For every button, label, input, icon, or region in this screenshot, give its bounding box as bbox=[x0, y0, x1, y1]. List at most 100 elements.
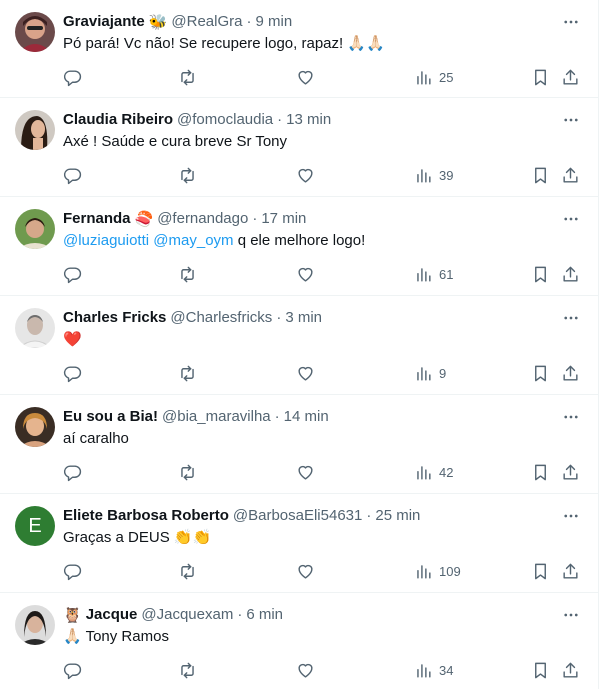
user-handle[interactable]: @BarbosaEli54631 bbox=[233, 506, 362, 526]
views-button[interactable]: 61 bbox=[414, 262, 453, 286]
separator: · bbox=[277, 111, 283, 128]
display-name[interactable]: Eu sou a Bia! bbox=[63, 407, 158, 427]
more-icon[interactable] bbox=[560, 407, 582, 427]
reply-button[interactable] bbox=[63, 163, 82, 187]
tweet[interactable]: Charles Fricks @Charlesfricks · 3 min ❤️… bbox=[0, 296, 598, 395]
avatar[interactable]: E bbox=[15, 506, 55, 546]
avatar[interactable] bbox=[15, 605, 55, 645]
retweet-button[interactable] bbox=[178, 262, 197, 286]
bookmark-icon bbox=[535, 167, 546, 183]
views-button[interactable]: 34 bbox=[414, 658, 453, 682]
share-button[interactable] bbox=[561, 559, 580, 583]
avatar[interactable] bbox=[15, 110, 55, 150]
user-handle[interactable]: @bia_maravilha bbox=[162, 407, 271, 427]
avatar[interactable] bbox=[15, 12, 55, 52]
views-button[interactable]: 42 bbox=[414, 460, 453, 484]
more-icon[interactable] bbox=[560, 605, 582, 625]
display-name[interactable]: Charles Fricks bbox=[63, 308, 166, 328]
avatar[interactable] bbox=[15, 407, 55, 447]
reply-button[interactable] bbox=[63, 65, 82, 89]
tweet[interactable]: E Eliete Barbosa Roberto @BarbosaEli5463… bbox=[0, 494, 598, 593]
retweet-button[interactable] bbox=[178, 361, 197, 385]
share-button[interactable] bbox=[561, 658, 580, 682]
more-icon[interactable] bbox=[560, 12, 582, 32]
share-icon bbox=[563, 563, 578, 579]
user-handle[interactable]: @fernandago bbox=[157, 209, 248, 229]
share-icon bbox=[563, 662, 578, 678]
more-icon[interactable] bbox=[560, 209, 582, 229]
retweet-button[interactable] bbox=[178, 163, 197, 187]
timestamp[interactable]: 6 min bbox=[246, 605, 283, 625]
tweet[interactable]: Eu sou a Bia! @bia_maravilha · 14 min aí… bbox=[0, 395, 598, 494]
reply-button[interactable] bbox=[63, 559, 82, 583]
bookmark-button[interactable] bbox=[531, 262, 550, 286]
like-button[interactable] bbox=[296, 262, 315, 286]
display-name[interactable]: Graviajante bbox=[63, 12, 145, 32]
reply-button[interactable] bbox=[63, 262, 82, 286]
bookmark-button[interactable] bbox=[531, 460, 550, 484]
more-icon[interactable] bbox=[560, 110, 582, 130]
action-bar: 39 bbox=[55, 163, 590, 187]
more-icon[interactable] bbox=[560, 506, 582, 526]
reply-button[interactable] bbox=[63, 460, 82, 484]
more-icon[interactable] bbox=[560, 308, 582, 328]
user-handle[interactable]: @Jacquexam bbox=[141, 605, 233, 625]
retweet-button[interactable] bbox=[178, 65, 197, 89]
views-count: 25 bbox=[439, 69, 454, 85]
tweet[interactable]: 🦉 Jacque @Jacquexam · 6 min 🙏🏻 Tony Ramo… bbox=[0, 593, 598, 689]
avatar[interactable] bbox=[15, 308, 55, 348]
share-button[interactable] bbox=[561, 262, 580, 286]
display-name[interactable]: Fernanda bbox=[63, 209, 131, 229]
bookmark-button[interactable] bbox=[531, 163, 550, 187]
tweet[interactable]: Fernanda 🍣 @fernandago · 17 min @luziagu… bbox=[0, 197, 598, 296]
timestamp[interactable]: 3 min bbox=[285, 308, 322, 328]
views-button[interactable]: 39 bbox=[414, 163, 453, 187]
display-name[interactable]: Eliete Barbosa Roberto bbox=[63, 506, 229, 526]
share-button[interactable] bbox=[561, 361, 580, 385]
share-button[interactable] bbox=[561, 65, 580, 89]
display-name[interactable]: Jacque bbox=[86, 605, 138, 625]
bookmark-button[interactable] bbox=[531, 361, 550, 385]
sushi-badge-icon: 🍣 bbox=[134, 210, 154, 228]
retweet-icon bbox=[181, 464, 194, 480]
like-button[interactable] bbox=[296, 361, 315, 385]
share-button[interactable] bbox=[561, 460, 580, 484]
share-button[interactable] bbox=[561, 163, 580, 187]
share-icon bbox=[563, 365, 578, 381]
retweet-button[interactable] bbox=[178, 559, 197, 583]
reply-button[interactable] bbox=[63, 361, 82, 385]
like-button[interactable] bbox=[296, 163, 315, 187]
bookmark-button[interactable] bbox=[531, 559, 550, 583]
like-button[interactable] bbox=[296, 559, 315, 583]
user-handle[interactable]: @fomoclaudia bbox=[177, 110, 273, 130]
bookmark-button[interactable] bbox=[531, 65, 550, 89]
retweet-button[interactable] bbox=[178, 460, 197, 484]
bookmark-button[interactable] bbox=[531, 658, 550, 682]
mention-link[interactable]: @luziaguiotti bbox=[63, 232, 149, 249]
user-handle[interactable]: @RealGra bbox=[171, 12, 242, 32]
timestamp[interactable]: 25 min bbox=[375, 506, 420, 526]
retweet-button[interactable] bbox=[178, 658, 197, 682]
action-bar: 109 bbox=[55, 559, 590, 583]
like-button[interactable] bbox=[296, 460, 315, 484]
avatar[interactable] bbox=[15, 209, 55, 249]
like-icon bbox=[298, 663, 313, 678]
timestamp[interactable]: 17 min bbox=[261, 209, 306, 229]
tweet[interactable]: Graviajante 🐝 @RealGra · 9 min Pó pará! … bbox=[0, 0, 598, 98]
mention-link[interactable]: @may_oym bbox=[153, 232, 233, 249]
timestamp[interactable]: 9 min bbox=[256, 12, 293, 32]
like-button[interactable] bbox=[296, 658, 315, 682]
reply-button[interactable] bbox=[63, 658, 82, 682]
user-handle[interactable]: @Charlesfricks bbox=[170, 308, 272, 328]
views-button[interactable]: 9 bbox=[414, 361, 446, 385]
views-icon bbox=[417, 465, 431, 480]
timestamp[interactable]: 14 min bbox=[284, 407, 329, 427]
views-button[interactable]: 109 bbox=[414, 559, 461, 583]
like-button[interactable] bbox=[296, 65, 315, 89]
owl-badge-icon: 🦉 bbox=[63, 606, 82, 624]
timestamp[interactable]: 13 min bbox=[286, 110, 331, 130]
tweet[interactable]: Claudia Ribeiro @fomoclaudia · 13 min Ax… bbox=[0, 98, 598, 197]
share-icon bbox=[563, 69, 578, 85]
views-button[interactable]: 25 bbox=[414, 65, 453, 89]
display-name[interactable]: Claudia Ribeiro bbox=[63, 110, 173, 130]
